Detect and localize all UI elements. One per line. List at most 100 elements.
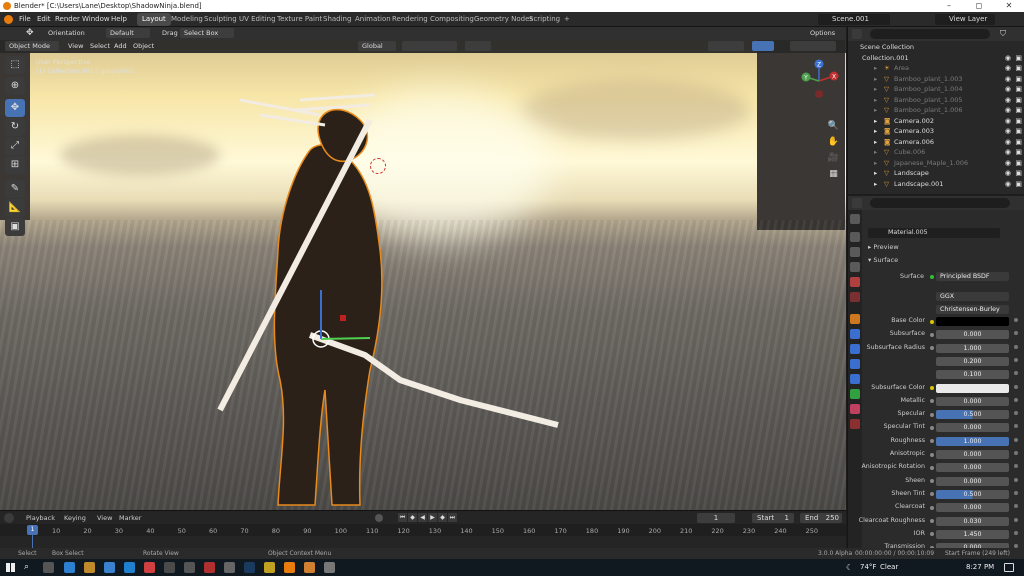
windows-icon[interactable] (6, 563, 15, 572)
scene-selector[interactable]: Scene.001 (818, 14, 890, 25)
keyframe-dot-icon[interactable] (1014, 451, 1018, 455)
app-icon[interactable] (304, 562, 315, 573)
socket-icon[interactable] (930, 519, 934, 523)
transform-orientation-dropdown[interactable]: Global (358, 41, 396, 51)
keyframe-dot-icon[interactable] (1014, 384, 1018, 389)
notifications-icon[interactable] (1004, 563, 1014, 572)
outliner-item[interactable]: ▸ ▽ Cube.006 ◉ ▣ (848, 147, 1024, 158)
outliner-item[interactable]: ▸ ◙ Camera.002 ◉ ▣ (848, 116, 1024, 127)
drag-dropdown[interactable]: Select Box (180, 28, 234, 38)
move-tool-button[interactable]: ✥ (5, 99, 25, 117)
store-icon[interactable] (104, 562, 115, 573)
world-tab-icon[interactable] (850, 292, 860, 302)
socket-icon[interactable] (930, 479, 934, 484)
property-value-field[interactable]: 0.000 (936, 330, 1009, 340)
property-value-field[interactable]: 0.000 (936, 503, 1009, 513)
blender-menu-icon[interactable] (4, 15, 13, 24)
keyframe-dot-icon[interactable] (1014, 530, 1018, 535)
app-icon[interactable] (224, 562, 235, 573)
eye-icon[interactable]: ◉ (1005, 179, 1011, 190)
navigation-gizmo[interactable]: Z X Y (796, 58, 842, 104)
distribution-dropdown[interactable]: GGX (936, 292, 1009, 301)
eye-icon[interactable]: ◉ (1005, 63, 1011, 74)
expand-arrow-icon[interactable]: ▸ (874, 126, 877, 137)
mail-icon[interactable] (124, 562, 135, 573)
render-camera-icon[interactable]: ▣ (1015, 147, 1022, 158)
expand-arrow-icon[interactable]: ▸ (874, 179, 877, 190)
eye-icon[interactable]: ◉ (1005, 147, 1011, 158)
outliner-item[interactable]: ▸ ▽ Landscape.001 ◉ ▣ (848, 179, 1024, 190)
keyframe-dot-icon[interactable] (1014, 504, 1018, 509)
property-value-field[interactable]: 0.200 (936, 356, 1009, 366)
expand-arrow-icon[interactable]: ▸ (874, 74, 877, 85)
maximize-button[interactable]: ◻ (964, 0, 994, 12)
measure-tool-icon[interactable]: 📐 (5, 199, 25, 217)
socket-icon[interactable] (930, 319, 934, 324)
expand-arrow-icon[interactable]: ▸ (874, 158, 877, 169)
minimize-button[interactable]: – (934, 0, 964, 12)
socket-icon[interactable] (930, 452, 934, 457)
options-dropdown[interactable]: Options (806, 28, 839, 38)
proportional-edit[interactable] (465, 41, 491, 51)
property-value-field[interactable]: 0.500 (936, 410, 1009, 420)
outliner-item[interactable]: ▸ ▽ Bamboo_plant_1.004 ◉ ▣ (848, 84, 1024, 95)
render-camera-icon[interactable]: ▣ (1015, 179, 1022, 190)
property-value-field[interactable]: 0.000 (936, 476, 1009, 486)
surface-panel-toggle[interactable]: ▾ Surface (868, 256, 898, 264)
menu-help[interactable]: Help (107, 12, 131, 27)
expand-arrow-icon[interactable]: ▸ (874, 95, 877, 106)
render-camera-icon[interactable]: ▣ (1015, 126, 1022, 137)
outliner-item[interactable]: ▸ ▽ Bamboo_plant_1.003 ◉ ▣ (848, 74, 1024, 85)
app-icon[interactable] (204, 562, 215, 573)
expand-arrow-icon[interactable]: ▸ (874, 168, 877, 179)
gizmo-x-handle[interactable] (340, 315, 346, 321)
render-camera-icon[interactable]: ▣ (1015, 137, 1022, 148)
keyframe-dot-icon[interactable] (1014, 464, 1018, 469)
timeline-editor[interactable]: Playback Keying View Marker ⏮ ◆ ◀ ▶ ◆ ⏭ … (0, 510, 846, 548)
outliner-item[interactable]: ▸ ☀ Area ◉ ▣ (848, 63, 1024, 74)
preview-panel-toggle[interactable]: ▸ Preview (868, 243, 899, 251)
orientation-dropdown[interactable]: Default (106, 28, 150, 38)
outliner-search-input[interactable] (870, 29, 990, 39)
output-tab-icon[interactable] (850, 247, 860, 257)
socket-icon[interactable] (930, 399, 934, 404)
expand-arrow-icon[interactable]: ▸ (874, 116, 877, 127)
socket-icon[interactable] (930, 465, 934, 470)
expand-arrow-icon[interactable]: ▸ (874, 105, 877, 116)
render-tab-icon[interactable] (850, 232, 860, 242)
outliner-item[interactable]: ▸ ▽ Bamboo_plant_1.006 ◉ ▣ (848, 105, 1024, 116)
eye-icon[interactable]: ◉ (1005, 105, 1011, 116)
mode-dropdown[interactable]: Object Mode (5, 41, 59, 51)
property-value-field[interactable]: 1.450 (936, 529, 1009, 539)
add-menu[interactable]: Add (110, 41, 131, 51)
eye-icon[interactable]: ◉ (1005, 84, 1011, 95)
property-value-field[interactable]: 0.000 (936, 450, 1009, 459)
keyframe-dot-icon[interactable] (1014, 411, 1018, 416)
outliner-item[interactable]: ▸ ▽ Japanese_Maple_1.006 ◉ ▣ (848, 158, 1024, 169)
search-icon[interactable]: ⌕ (24, 559, 29, 576)
close-button[interactable]: ✕ (994, 0, 1024, 12)
keyframe-dot-icon[interactable] (1014, 517, 1018, 522)
properties-search-input[interactable] (870, 198, 1010, 208)
grid-view-icon[interactable]: ▦ (827, 168, 840, 181)
properties-editor-icon[interactable] (852, 198, 862, 208)
socket-icon[interactable] (930, 505, 934, 510)
task-view-icon[interactable] (43, 562, 54, 573)
keyframe-dot-icon[interactable] (1014, 344, 1018, 349)
render-camera-icon[interactable]: ▣ (1015, 63, 1022, 74)
socket-icon[interactable] (930, 346, 934, 351)
socket-icon[interactable] (930, 532, 934, 537)
select-tool-icon[interactable]: ⬚ (5, 56, 25, 74)
chrome-icon[interactable] (144, 562, 155, 573)
property-value-field[interactable]: 0.000 (936, 463, 1009, 473)
property-value-field[interactable]: 0.000 (936, 396, 1009, 406)
keyframe-dot-icon[interactable] (1014, 318, 1018, 322)
scale-tool-icon[interactable]: ⤢ (5, 137, 25, 155)
outliner-item[interactable]: ▸ ▽ Bamboo_plant_1.005 ◉ ▣ (848, 95, 1024, 106)
view-menu[interactable]: View (64, 41, 87, 51)
eye-icon[interactable]: ◉ (1005, 74, 1011, 85)
keyframe-dot-icon[interactable] (1014, 397, 1018, 402)
eye-icon[interactable]: ◉ (1005, 53, 1011, 64)
shading-mode-buttons[interactable] (790, 41, 836, 51)
expand-arrow-icon[interactable]: ▸ (874, 63, 877, 74)
